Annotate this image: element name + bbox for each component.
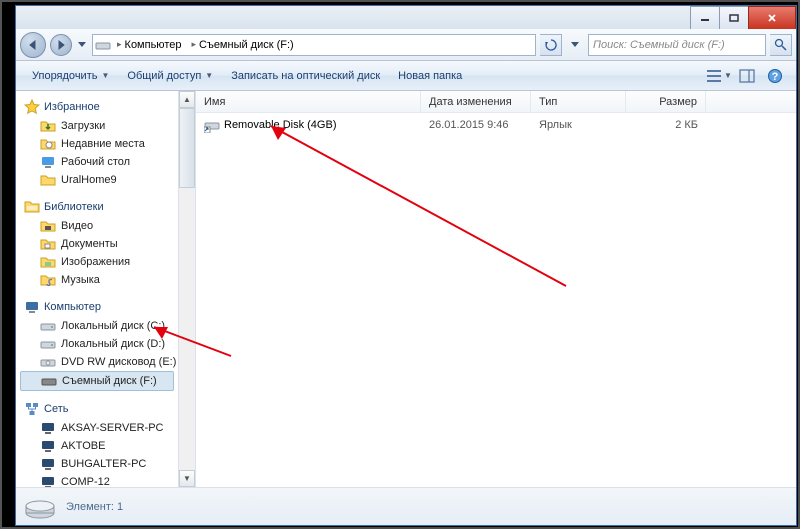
col-size[interactable]: Размер [626, 91, 706, 112]
net-icon [24, 401, 40, 417]
col-date[interactable]: Дата изменения [421, 91, 531, 112]
search-button[interactable] [770, 34, 792, 56]
folder-icon [40, 172, 56, 188]
sidebar-item[interactable]: Локальный диск (C:) [16, 317, 178, 335]
view-options-button[interactable]: ▼ [706, 65, 732, 87]
drive-icon [24, 493, 56, 521]
breadcrumb-segment[interactable]: ▸Компьютер [113, 35, 185, 55]
netpc-icon [40, 438, 56, 454]
sidebar-item[interactable]: DVD RW дисковод (E:) [16, 353, 178, 371]
sidebar-item[interactable]: UralHome9 [16, 171, 178, 189]
sidebar-item[interactable]: AKTOBE [16, 437, 178, 455]
desktop-icon [40, 154, 56, 170]
sidebar-item[interactable]: Видео [16, 217, 178, 235]
col-name[interactable]: Имя [196, 91, 421, 112]
computer-icon [24, 299, 40, 315]
lib-icon [24, 199, 40, 215]
sidebar-group-header[interactable]: Компьютер [16, 297, 178, 317]
organize-button[interactable]: Упорядочить ▼ [24, 66, 117, 86]
sidebar-item[interactable]: AKSAY-SERVER-PC [16, 419, 178, 437]
sidebar-group-header[interactable]: Сеть [16, 399, 178, 419]
drive-icon [40, 318, 56, 334]
close-button[interactable] [748, 6, 796, 29]
sidebar-item[interactable]: Изображения [16, 253, 178, 271]
shortcut-icon [204, 117, 220, 133]
minimize-button[interactable] [690, 6, 720, 29]
sidebar-scrollbar[interactable]: ▲▼ [178, 91, 195, 487]
breadcrumb-label: Компьютер [125, 39, 182, 51]
netpc-icon [40, 420, 56, 436]
column-headers: Имя Дата изменения Тип Размер [196, 91, 796, 113]
col-type[interactable]: Тип [531, 91, 626, 112]
search-input[interactable]: Поиск: Съемный диск (F:) [588, 34, 766, 56]
sidebar-item[interactable]: Съемный диск (F:) [20, 371, 174, 391]
music-icon [40, 272, 56, 288]
drive-icon [40, 336, 56, 352]
netpc-icon [40, 456, 56, 472]
sidebar: ИзбранноеЗагрузкиНедавние местаРабочий с… [16, 91, 196, 487]
back-button[interactable] [20, 32, 46, 58]
titlebar [16, 6, 796, 29]
star-icon [24, 99, 40, 115]
burn-button[interactable]: Записать на оптический диск [223, 66, 388, 86]
sidebar-item[interactable]: Документы [16, 235, 178, 253]
doc-icon [40, 236, 56, 252]
breadcrumb-segment[interactable]: ▸Съемный диск (F:) [187, 35, 297, 55]
refresh-button[interactable] [540, 34, 562, 56]
status-bar: Элемент: 1 [16, 487, 796, 525]
download-icon [40, 118, 56, 134]
sidebar-item[interactable]: Недавние места [16, 135, 178, 153]
sidebar-item[interactable]: Загрузки [16, 117, 178, 135]
sidebar-item[interactable]: Рабочий стол [16, 153, 178, 171]
sidebar-item[interactable]: Локальный диск (D:) [16, 335, 178, 353]
sidebar-item[interactable]: BUHGALTER-PC [16, 455, 178, 473]
sidebar-group-header[interactable]: Библиотеки [16, 197, 178, 217]
nav-row: ▸Компьютер ▸Съемный диск (F:) Поиск: Съе… [16, 29, 796, 61]
help-button[interactable]: ? [762, 65, 788, 87]
address-dropdown[interactable] [566, 42, 584, 48]
search-placeholder: Поиск: Съемный диск (F:) [593, 39, 725, 51]
sidebar-item[interactable]: Музыка [16, 271, 178, 289]
breadcrumb-label: Съемный диск (F:) [199, 39, 294, 51]
drive-icon [95, 37, 111, 53]
removable-icon [41, 373, 57, 389]
new-folder-button[interactable]: Новая папка [390, 66, 470, 86]
explorer-window: ▸Компьютер ▸Съемный диск (F:) Поиск: Съе… [15, 5, 797, 526]
preview-pane-button[interactable] [734, 65, 760, 87]
status-text: Элемент: 1 [66, 501, 123, 513]
svg-text:?: ? [772, 71, 779, 83]
file-row[interactable]: Removable Disk (4GB) 26.01.2015 9:46 Ярл… [196, 113, 796, 133]
netpc-icon [40, 474, 56, 487]
recent-icon [40, 136, 56, 152]
sidebar-item[interactable]: COMP-12 [16, 473, 178, 487]
history-dropdown[interactable] [76, 42, 88, 48]
toolbar: Упорядочить ▼ Общий доступ ▼ Записать на… [16, 61, 796, 91]
address-bar[interactable]: ▸Компьютер ▸Съемный диск (F:) [92, 34, 536, 56]
file-list: Имя Дата изменения Тип Размер Removable … [196, 91, 796, 487]
maximize-button[interactable] [719, 6, 749, 29]
video-icon [40, 218, 56, 234]
img-icon [40, 254, 56, 270]
share-button[interactable]: Общий доступ ▼ [119, 66, 221, 86]
forward-button[interactable] [50, 34, 72, 56]
dvd-icon [40, 354, 56, 370]
sidebar-group-header[interactable]: Избранное [16, 97, 178, 117]
